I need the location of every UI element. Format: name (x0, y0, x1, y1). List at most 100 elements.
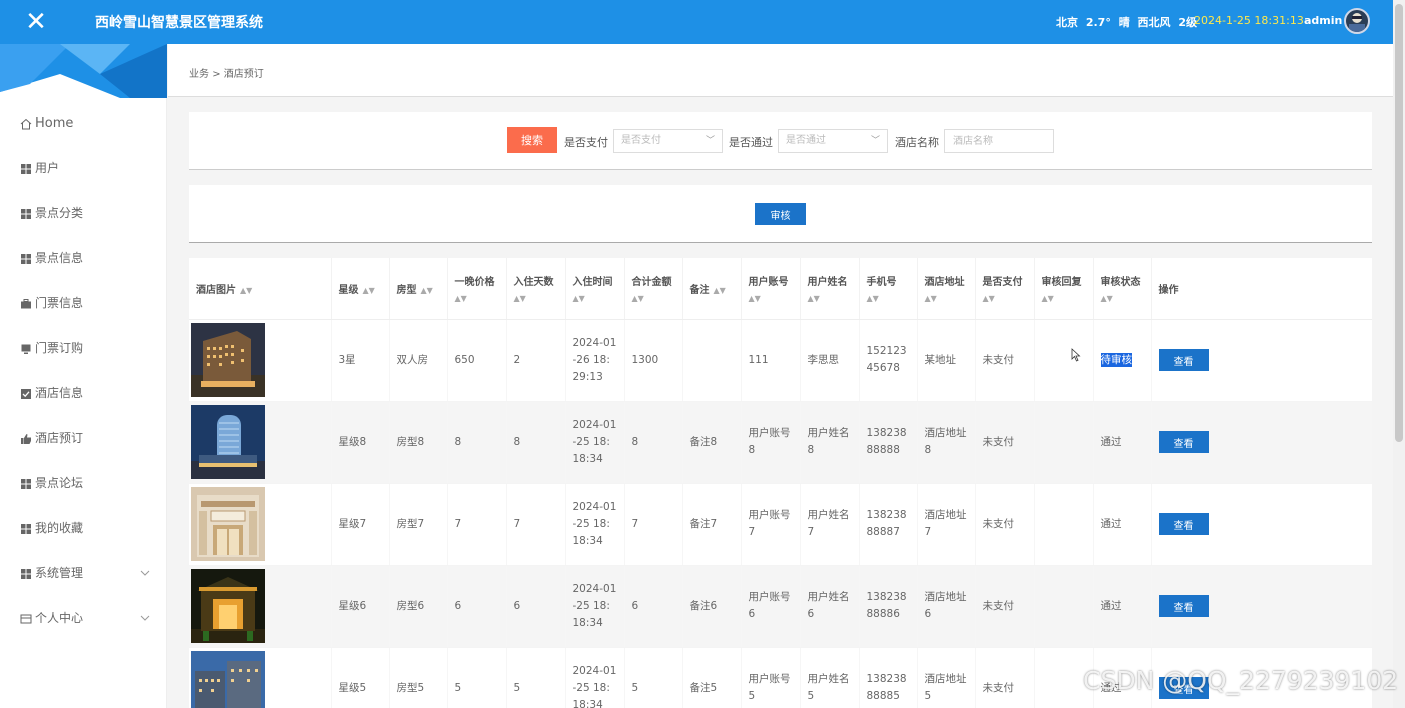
table-row: 星级8 房型8 8 8 2024-01-25 18:18:34 8 备注8 用户… (189, 401, 1372, 484)
sidebar-item-label: 门票信息 (35, 296, 84, 310)
sidebar-item-label: Home (35, 116, 74, 131)
sidebar-item-forum[interactable]: 景点论坛 (0, 461, 166, 506)
account-cell: 用户账号8 (741, 401, 801, 484)
name-cell: 李思思 (800, 319, 860, 402)
pass-filter-select[interactable]: 是否通过 ﹀ (778, 129, 888, 153)
grid-icon (21, 523, 31, 534)
hotel-photo[interactable] (191, 323, 265, 397)
status-cell: 通过 (1093, 401, 1152, 484)
close-sidebar-button[interactable]: ✕ (0, 0, 72, 44)
pass-filter-placeholder: 是否通过 (786, 135, 826, 146)
sidebar-item-scenic-category[interactable]: 景点分类 (0, 191, 166, 236)
weather-temp: 2.7° (1085, 16, 1111, 29)
view-button[interactable]: 查看 (1158, 513, 1209, 535)
total-cell: 7 (624, 483, 683, 566)
sort-icon: ▲▼ (420, 285, 433, 295)
checkin-cell: 2024-01-26 18:29:13 (565, 319, 625, 402)
sort-icon: ▲▼ (631, 294, 644, 304)
main-content: 搜索 是否支付 是否支付 ﹀ 是否通过 是否通过 ﹀ 酒店名称 审核 酒店图片▲ (168, 97, 1393, 708)
check-square-icon (21, 388, 31, 399)
phone-cell: 13823888888 (859, 401, 918, 484)
col-header-status[interactable]: 审核状态 ▲▼ (1093, 258, 1152, 320)
col-header-paid[interactable]: 是否支付 ▲▼ (975, 258, 1035, 320)
sort-icon: ▲▼ (454, 294, 467, 304)
price-cell: 8 (447, 401, 507, 484)
booking-table-wrapper: 酒店图片 ▲▼ 星级 ▲▼ 房型 ▲▼ 一晚价格 ▲▼ 入住天数 ▲▼ 入住时间 ▲▼ 合计… (189, 258, 1372, 708)
reply-cell (1034, 565, 1094, 648)
username[interactable]: admin (1304, 14, 1342, 27)
hotel-name-label: 酒店名称 (895, 136, 939, 149)
sort-icon: ▲▼ (713, 285, 726, 295)
sidebar-item-ticket-order[interactable]: 门票订购 (0, 326, 166, 371)
chevron-down-icon (140, 570, 150, 576)
sidebar-item-ticket-info[interactable]: 门票信息 (0, 281, 166, 326)
price-cell: 650 (447, 319, 507, 402)
avatar[interactable] (1344, 8, 1370, 34)
phone-cell: 15212345678 (859, 319, 918, 402)
hotel-image-cell (189, 319, 332, 402)
weather-info: 北京 2.7° 晴 西北风 2级 (1056, 14, 1201, 30)
thumbs-up-icon (21, 433, 31, 444)
view-button[interactable]: 查看 (1158, 431, 1209, 453)
col-header-address[interactable]: 酒店地址 ▲▼ (917, 258, 976, 320)
hotel-photo[interactable] (191, 405, 265, 479)
hotel-name-input[interactable] (944, 129, 1054, 153)
sidebar-item-label: 门票订购 (35, 341, 84, 355)
col-header-room[interactable]: 房型 ▲▼ (389, 258, 448, 320)
col-header-phone[interactable]: 手机号 ▲▼ (859, 258, 918, 320)
col-header-star[interactable]: 星级 ▲▼ (331, 258, 390, 320)
status-badge: 待审核 (1100, 352, 1132, 367)
paid-filter-select[interactable]: 是否支付 ﹀ (613, 129, 723, 153)
room-cell: 房型7 (389, 483, 448, 566)
sidebar-item-personal-center[interactable]: 个人中心 (0, 596, 166, 641)
star-cell: 3星 (331, 319, 390, 402)
sort-icon: ▲▼ (982, 294, 995, 304)
checkin-cell: 2024-01-25 18:18:34 (565, 483, 625, 566)
hotel-image-cell (189, 483, 332, 566)
sort-icon: ▲▼ (1100, 294, 1113, 304)
page-scrollbar[interactable] (1393, 0, 1405, 708)
weather-city: 北京 (1056, 16, 1078, 29)
chevron-down-icon: ﹀ (870, 136, 880, 146)
sidebar-item-users[interactable]: 用户 (0, 146, 166, 191)
col-header-checkin[interactable]: 入住时间 ▲▼ (565, 258, 625, 320)
room-cell: 房型5 (389, 647, 448, 708)
hotel-photo[interactable] (191, 487, 265, 561)
col-header-price[interactable]: 一晚价格 ▲▼ (447, 258, 507, 320)
total-cell: 1300 (624, 319, 683, 402)
view-button[interactable]: 查看 (1158, 595, 1209, 617)
col-header-days[interactable]: 入住天数 ▲▼ (506, 258, 566, 320)
audit-button[interactable]: 审核 (755, 203, 806, 225)
sidebar-item-scenic-info[interactable]: 景点信息 (0, 236, 166, 281)
col-header-name[interactable]: 用户姓名 ▲▼ (800, 258, 860, 320)
sort-icon: ▲▼ (572, 294, 585, 304)
sidebar-item-hotel-booking[interactable]: 酒店预订 (0, 416, 166, 461)
table-row: 星级6 房型6 6 6 2024-01-25 18:18:34 6 备注6 用户… (189, 565, 1372, 648)
table-row: 3星 双人房 650 2 2024-01-26 18:29:13 1300 11… (189, 319, 1372, 402)
breadcrumb-root[interactable]: 业务 (189, 69, 209, 80)
sort-icon: ▲▼ (748, 294, 761, 304)
sidebar-item-hotel-info[interactable]: 酒店信息 (0, 371, 166, 416)
sidebar-item-system-management[interactable]: 系统管理 (0, 551, 166, 596)
sidebar-item-home[interactable]: Home (0, 101, 166, 146)
col-header-image[interactable]: 酒店图片 ▲▼ (189, 258, 332, 320)
sidebar-item-label: 景点分类 (35, 206, 84, 220)
col-header-total[interactable]: 合计金额 ▲▼ (624, 258, 683, 320)
grid-icon (21, 478, 31, 489)
address-cell: 酒店地址5 (917, 647, 976, 708)
paid-filter-label: 是否支付 (564, 136, 608, 149)
search-button[interactable]: 搜索 (507, 127, 557, 153)
view-button[interactable]: 查看 (1158, 349, 1209, 371)
col-header-reply[interactable]: 审核回复 ▲▼ (1034, 258, 1094, 320)
sidebar-item-label: 景点论坛 (35, 476, 84, 490)
table-row: 星级7 房型7 7 7 2024-01-25 18:18:34 7 备注7 用户… (189, 483, 1372, 566)
sidebar-item-favorites[interactable]: 我的收藏 (0, 506, 166, 551)
price-cell: 5 (447, 647, 507, 708)
monitor-icon (21, 344, 31, 354)
hotel-photo[interactable] (191, 569, 265, 643)
scrollbar-thumb[interactable] (1395, 4, 1403, 442)
clock: 2024-1-25 18:31:13 (1194, 14, 1304, 27)
col-header-account[interactable]: 用户账号 ▲▼ (741, 258, 801, 320)
hotel-photo[interactable] (191, 651, 265, 708)
col-header-note[interactable]: 备注 ▲▼ (682, 258, 742, 320)
